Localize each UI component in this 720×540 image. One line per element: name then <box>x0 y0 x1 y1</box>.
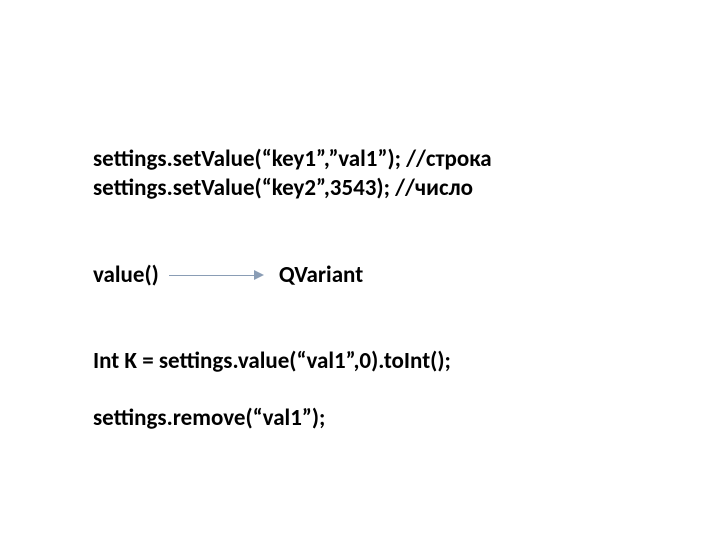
code-block-value: Int K = settings.value(“val1”,0).toInt()… <box>93 347 492 376</box>
code-line-remove: settings.remove(“val1”); <box>93 404 492 433</box>
code-line-value-toint: Int K = settings.value(“val1”,0).toInt()… <box>93 347 492 376</box>
slide-content: settings.setValue(“key1”,”val1”); //стро… <box>93 145 492 433</box>
code-line-setvalue-string: settings.setValue(“key1”,”val1”); //стро… <box>93 145 492 174</box>
qvariant-label: QVariant <box>279 261 363 289</box>
code-line-setvalue-number: settings.setValue(“key2”,3543); //число <box>93 174 492 203</box>
code-block-remove: settings.remove(“val1”); <box>93 404 492 433</box>
arrow-icon <box>169 263 269 287</box>
value-to-qvariant-row: value() QVariant <box>93 261 492 289</box>
value-fn-label: value() <box>93 261 159 289</box>
